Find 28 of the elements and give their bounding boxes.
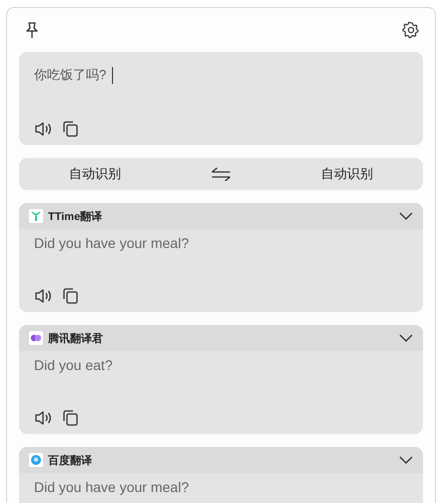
result-header[interactable]: 腾讯翻译君 <box>19 325 423 351</box>
service-name: TTime翻译 <box>48 210 102 224</box>
pin-icon[interactable] <box>24 21 40 39</box>
source-language-button[interactable]: 自动识别 <box>59 161 131 187</box>
translation-text: Did you eat? <box>34 357 113 373</box>
result-header[interactable]: 百度翻译 <box>19 447 423 473</box>
chevron-down-icon[interactable] <box>399 334 413 342</box>
chevron-down-icon[interactable] <box>399 456 413 464</box>
target-language-button[interactable]: 自动识别 <box>311 161 383 187</box>
speaker-icon[interactable] <box>34 410 52 426</box>
tencent-logo-icon <box>29 331 43 345</box>
settings-icon[interactable] <box>402 21 420 39</box>
baidu-logo-icon <box>29 453 43 467</box>
chevron-down-icon[interactable] <box>399 212 413 220</box>
copy-icon[interactable] <box>62 120 78 137</box>
service-name: 腾讯翻译君 <box>48 332 103 346</box>
translation-text: Did you have your meal? <box>34 235 189 251</box>
ttime-logo-icon <box>29 209 43 223</box>
source-text: 你吃饭了吗? <box>34 66 114 84</box>
speaker-icon[interactable] <box>34 288 52 304</box>
copy-icon[interactable] <box>62 287 78 304</box>
speaker-icon[interactable] <box>34 120 52 136</box>
service-name: 百度翻译 <box>48 454 92 468</box>
translation-text: Did you have your meal? <box>34 479 189 495</box>
source-text-box[interactable]: 你吃饭了吗? <box>19 52 423 145</box>
swap-icon[interactable] <box>211 167 231 181</box>
copy-icon[interactable] <box>62 409 78 426</box>
result-header[interactable]: TTime翻译 <box>19 203 423 229</box>
